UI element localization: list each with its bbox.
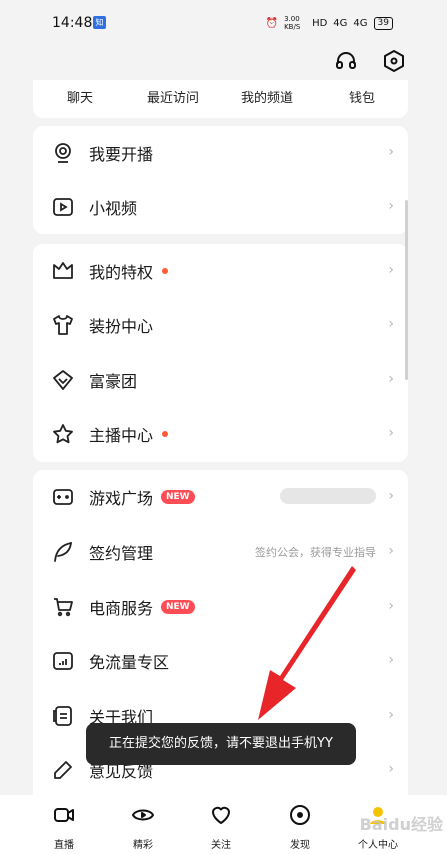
menu-row-label: 游戏广场 bbox=[89, 489, 154, 508]
watermark: Baidu经验 bbox=[359, 815, 443, 834]
quick-link-recent[interactable]: 最近访问 bbox=[147, 87, 199, 106]
scrollbar[interactable] bbox=[405, 200, 408, 380]
menu-row-label: 装扮中心 bbox=[89, 317, 154, 336]
tshirt-icon bbox=[53, 315, 73, 335]
settings-hex-icon[interactable] bbox=[381, 48, 407, 74]
tab-featured[interactable]: 精彩 bbox=[113, 803, 173, 851]
menu-row-subtitle: 签约公会，获得专业指导 bbox=[255, 546, 376, 559]
menu-row-label: 电商服务 bbox=[89, 599, 154, 618]
diamond-icon bbox=[53, 370, 73, 390]
status-bar: 14:48 知 ⏰ 3.00 KB/S HD 4G 4G 39 bbox=[0, 0, 447, 46]
status-time: 14:48 bbox=[52, 15, 93, 31]
menu-row-dressup[interactable]: 装扮中心 › bbox=[33, 298, 408, 352]
menu-row-free-data[interactable]: 免流量专区 › bbox=[33, 634, 408, 688]
tab-label: 发现 bbox=[290, 840, 310, 851]
gamepad-icon bbox=[53, 489, 73, 505]
new-badge: NEW bbox=[161, 490, 195, 504]
menu-row-label: 免流量专区 bbox=[89, 653, 170, 672]
pen-icon bbox=[54, 761, 72, 779]
tab-follow[interactable]: 关注 bbox=[191, 803, 251, 851]
app-notification-badge: 知 bbox=[93, 16, 106, 29]
menu-row-label: 签约管理 bbox=[89, 544, 154, 563]
top-actions bbox=[333, 48, 407, 74]
quill-icon bbox=[54, 542, 72, 562]
live-camera-icon bbox=[55, 143, 71, 163]
menu-row-label: 小视频 bbox=[89, 199, 138, 218]
menu-row-anchor-center[interactable]: 主播中心 › bbox=[33, 407, 408, 461]
info-card-icon bbox=[53, 706, 72, 726]
signal-2: 4G bbox=[353, 17, 368, 29]
menu-row-label: 主播中心 bbox=[89, 426, 154, 445]
menu-row-short-video[interactable]: 小视频 › bbox=[33, 180, 408, 234]
chevron-right-icon: › bbox=[388, 371, 394, 387]
chevron-right-icon: › bbox=[388, 761, 394, 777]
battery-indicator: 39 bbox=[373, 16, 393, 30]
tab-label: 关注 bbox=[211, 840, 231, 851]
quick-link-channel[interactable]: 我的频道 bbox=[241, 87, 293, 106]
tab-label: 精彩 bbox=[133, 840, 153, 851]
toast-message: 正在提交您的反馈，请不要退出手机YY bbox=[86, 723, 356, 765]
menu-row-ecommerce[interactable]: 电商服务 NEW › bbox=[33, 580, 408, 634]
notification-dot bbox=[162, 268, 168, 274]
quick-links-card: 聊天 最近访问 我的频道 钱包 bbox=[33, 80, 408, 118]
menu-row-label: 我的特权 bbox=[89, 263, 154, 282]
tab-label: 直播 bbox=[54, 840, 74, 851]
blurred-promo bbox=[280, 488, 376, 504]
status-indicators: ⏰ 3.00 KB/S HD 4G 4G 39 bbox=[266, 15, 393, 31]
menu-row-game-plaza[interactable]: 游戏广场 NEW › bbox=[33, 470, 408, 524]
signal-1: 4G bbox=[333, 17, 348, 29]
tab-discover[interactable]: 发现 bbox=[270, 803, 330, 851]
network-speed: 3.00 KB/S bbox=[284, 15, 301, 31]
alarm-icon: ⏰ bbox=[265, 17, 279, 29]
menu-row-start-live[interactable]: 我要开播 › bbox=[33, 126, 408, 180]
menu-row-label: 我要开播 bbox=[89, 145, 154, 164]
eye-tab-icon bbox=[132, 809, 154, 821]
tab-live[interactable]: 直播 bbox=[34, 803, 94, 851]
chevron-right-icon: › bbox=[388, 425, 394, 441]
chevron-right-icon: › bbox=[388, 652, 394, 668]
chevron-right-icon: › bbox=[388, 198, 394, 214]
chevron-right-icon: › bbox=[388, 598, 394, 614]
chevron-right-icon: › bbox=[388, 262, 394, 278]
chevron-right-icon: › bbox=[388, 488, 394, 504]
new-badge: NEW bbox=[161, 600, 195, 614]
chevron-right-icon: › bbox=[388, 316, 394, 332]
hd-indicator: HD bbox=[312, 17, 328, 29]
notification-dot bbox=[162, 431, 168, 437]
quick-link-chat[interactable]: 聊天 bbox=[67, 87, 93, 106]
headset-icon[interactable] bbox=[333, 48, 359, 74]
menu-row-rich-club[interactable]: 富豪团 › bbox=[33, 353, 408, 407]
data-chart-icon bbox=[53, 652, 73, 670]
chevron-right-icon: › bbox=[388, 144, 394, 160]
menu-section-2: 我的特权 › 装扮中心 › 富豪团 › 主播中心 › bbox=[33, 244, 408, 462]
menu-row-contract[interactable]: 签约管理 签约公会，获得专业指导 › bbox=[33, 525, 408, 579]
tab-label: 个人中心 bbox=[358, 840, 398, 851]
star-icon bbox=[53, 424, 73, 444]
menu-section-1: 我要开播 › 小视频 › bbox=[33, 126, 408, 234]
compass-tab-icon bbox=[290, 805, 310, 825]
menu-row-privilege[interactable]: 我的特权 › bbox=[33, 244, 408, 298]
crown-icon bbox=[53, 262, 73, 279]
cart-icon bbox=[54, 598, 73, 617]
chevron-right-icon: › bbox=[388, 543, 394, 559]
video-play-icon bbox=[53, 198, 73, 216]
chevron-right-icon: › bbox=[388, 707, 394, 723]
live-tab-icon bbox=[54, 808, 74, 822]
heart-tab-icon bbox=[212, 806, 230, 824]
menu-row-label: 富豪团 bbox=[89, 372, 138, 391]
quick-link-wallet[interactable]: 钱包 bbox=[349, 87, 375, 106]
